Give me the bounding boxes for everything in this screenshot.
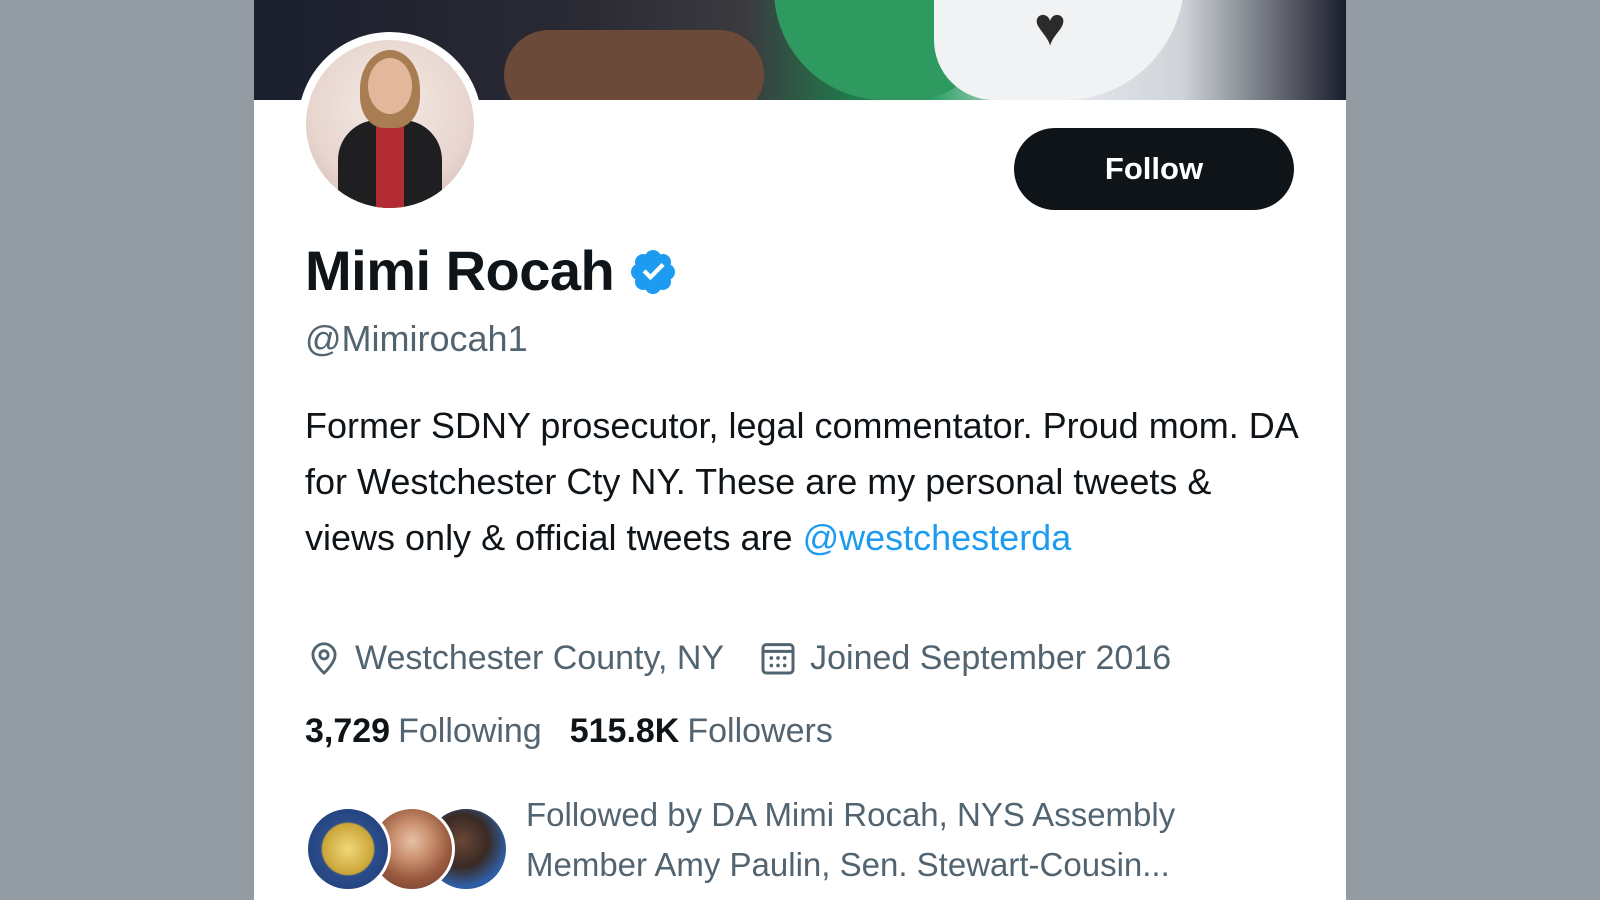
verified-badge-icon[interactable] (630, 247, 678, 295)
follow-button[interactable]: Follow (1014, 128, 1294, 210)
joined-item: Joined September 2016 (758, 638, 1171, 678)
following-label: Following (398, 712, 542, 750)
followers-you-know[interactable]: Followed by DA Mimi Rocah, NYS Assembly … (305, 790, 1305, 900)
location-text: Westchester County, NY (355, 638, 725, 677)
followers-count: 515.8K (569, 712, 680, 750)
avatar-photo (306, 40, 474, 208)
profile-stats: 3,729 Following 515.8K Followers (305, 712, 861, 751)
profile-meta: Westchester County, NY Joined September … (305, 638, 1205, 678)
avatar-face (368, 58, 412, 114)
calendar-icon (761, 643, 795, 675)
bio-text: Former SDNY prosecutor, legal commentato… (305, 405, 1297, 558)
profile-handle: @Mimirocah1 (305, 318, 528, 359)
following-count: 3,729 (305, 712, 391, 750)
profile-avatar[interactable] (298, 32, 482, 216)
bio-mention-link[interactable]: @westchesterda (803, 517, 1072, 558)
profile-card: ♥ Follow Mimi Rocah @Mimirocah1 Former S… (254, 0, 1346, 900)
location-pin-icon (311, 642, 337, 675)
profile-bio: Former SDNY prosecutor, legal commentato… (305, 398, 1305, 566)
followed-by-text: Followed by DA Mimi Rocah, NYS Assembly … (526, 796, 1176, 883)
banner-hand-shape (504, 30, 764, 100)
followers-stat[interactable]: 515.8K Followers (570, 712, 833, 751)
banner-heart-icon: ♥ (1034, 0, 1067, 57)
joined-text: Joined September 2016 (810, 638, 1172, 677)
name-row: Mimi Rocah (305, 238, 678, 303)
follower-avatar-seal (305, 806, 391, 892)
followers-label: Followers (687, 712, 833, 750)
profile-name: Mimi Rocah (305, 239, 615, 302)
avatar-shirt (376, 122, 404, 208)
location-item: Westchester County, NY (305, 639, 724, 678)
following-stat[interactable]: 3,729 Following (305, 712, 542, 751)
